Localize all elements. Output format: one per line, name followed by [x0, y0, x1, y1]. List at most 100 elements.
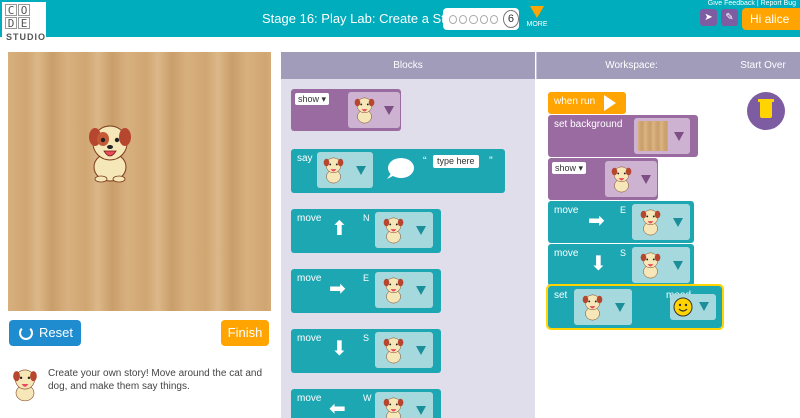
trash-body: [760, 102, 772, 118]
open-quote: “: [423, 155, 427, 167]
dropdown-arrow-icon[interactable]: [673, 261, 683, 270]
instructions-text: Create your own story! Move around the c…: [48, 368, 263, 392]
logo-letter: O: [18, 4, 30, 17]
close-quote: ”: [489, 155, 493, 167]
sprite-selector[interactable]: [574, 289, 632, 325]
dropdown-arrow-icon[interactable]: [641, 175, 651, 184]
sprite-selector[interactable]: [375, 332, 433, 368]
move-label: move: [297, 393, 322, 404]
direction-label: W: [363, 393, 372, 403]
code-studio-logo[interactable]: C O D E STUDIO: [2, 2, 46, 46]
sprite-selector[interactable]: [632, 204, 690, 240]
say-block[interactable]: say “ type here ”: [291, 149, 505, 193]
more-label: MORE: [526, 21, 548, 28]
show-dropdown[interactable]: show ▾: [552, 162, 587, 174]
sprite-selector[interactable]: [632, 247, 690, 283]
dog-thumbnail: [323, 157, 344, 184]
dropdown-arrow-icon[interactable]: [416, 346, 426, 355]
sprite-selector[interactable]: [375, 272, 433, 308]
stage-title: Stage 16: Play Lab: Create a Story: [262, 11, 463, 26]
dropdown-arrow-icon[interactable]: [416, 286, 426, 295]
workspace-area[interactable]: when run set background show ▾ move ➡ E …: [535, 79, 800, 418]
level-dot[interactable]: [479, 14, 488, 24]
say-text-input[interactable]: type here: [433, 155, 479, 168]
move-west-block[interactable]: move ⬅ W: [291, 389, 441, 418]
reset-icon: [19, 326, 33, 340]
move-label: move: [297, 213, 322, 224]
trash-can-icon[interactable]: [747, 92, 785, 130]
level-dot[interactable]: [449, 14, 458, 24]
move-east-block[interactable]: move ➡ E: [548, 201, 694, 243]
current-level[interactable]: 6: [502, 10, 519, 28]
level-dot[interactable]: [469, 14, 478, 24]
background-selector[interactable]: [634, 118, 690, 154]
chevron-down-icon: [530, 6, 544, 18]
show-dropdown[interactable]: show ▾: [295, 93, 330, 105]
blocks-toolbox[interactable]: show ▾ say “ type here ” move ⬆ N move ➡…: [281, 79, 535, 418]
dog-thumbnail: [640, 252, 661, 279]
arrow-left-icon: ⬅: [329, 398, 346, 418]
feedback-links[interactable]: Give Feedback | Report Bug: [708, 0, 796, 7]
move-south-block[interactable]: move ⬇ S: [548, 244, 694, 286]
level-dot[interactable]: [459, 14, 468, 24]
arrow-down-icon: ⬇: [590, 253, 607, 275]
set-background-block[interactable]: set background: [548, 115, 698, 157]
when-run-label: when run: [554, 96, 596, 107]
dropdown-arrow-icon[interactable]: [384, 106, 394, 115]
direction-label: S: [363, 333, 370, 343]
sprite-selector[interactable]: [375, 212, 433, 248]
logo-studio-text: STUDIO: [6, 32, 47, 42]
show-block[interactable]: show ▾: [548, 158, 658, 200]
dog-thumbnail: [383, 277, 404, 304]
mood-selector[interactable]: [670, 294, 716, 320]
move-south-block[interactable]: move ⬇ S: [291, 329, 441, 373]
move-label: move: [297, 273, 322, 284]
dropdown-arrow-icon[interactable]: [699, 302, 709, 311]
direction-label: S: [620, 248, 627, 258]
dog-sprite[interactable]: [87, 119, 133, 183]
reset-button[interactable]: Reset: [9, 320, 81, 346]
set-mood-block[interactable]: set mood: [546, 284, 724, 330]
dog-thumbnail: [383, 217, 404, 244]
dropdown-arrow-icon[interactable]: [416, 226, 426, 235]
move-east-block[interactable]: move ➡ E: [291, 269, 441, 313]
move-label: move: [297, 333, 322, 344]
dog-thumbnail: [354, 97, 375, 124]
show-block[interactable]: show ▾: [291, 89, 401, 131]
user-menu-button[interactable]: Hi alice ▼: [742, 8, 800, 48]
show-label: show: [555, 163, 577, 173]
dog-avatar: [13, 369, 37, 402]
dog-thumbnail: [611, 166, 632, 193]
arrow-down-icon: ⬇: [331, 338, 348, 360]
blocks-header: Blocks: [281, 52, 535, 79]
dropdown-arrow-icon[interactable]: [356, 166, 366, 175]
arrow-right-icon: ➡: [329, 278, 346, 300]
move-label: move: [554, 248, 579, 259]
play-area-canvas[interactable]: [8, 52, 271, 311]
finish-button[interactable]: Finish: [221, 320, 269, 346]
start-over-button[interactable]: Start Over: [726, 52, 800, 79]
rocket-icon[interactable]: ➤: [700, 9, 717, 26]
more-button[interactable]: MORE: [525, 6, 549, 28]
sprite-selector[interactable]: [348, 92, 400, 128]
top-header: Stage 16: Play Lab: Create a Story 6 MOR…: [0, 0, 800, 48]
pencil-icon[interactable]: ✎: [721, 9, 738, 26]
dropdown-arrow-icon[interactable]: [674, 132, 684, 141]
sprite-selector[interactable]: [317, 152, 373, 188]
set-label: set: [554, 290, 568, 301]
sprite-selector[interactable]: [605, 161, 657, 197]
dropdown-arrow-icon[interactable]: [615, 303, 625, 312]
level-dot[interactable]: [489, 14, 498, 24]
dog-thumbnail: [582, 294, 603, 321]
when-run-block[interactable]: when run: [548, 92, 626, 114]
sprite-selector[interactable]: [375, 392, 433, 418]
direction-label: E: [363, 273, 370, 283]
level-progress[interactable]: 6: [443, 8, 519, 30]
dropdown-arrow-icon[interactable]: [416, 406, 426, 415]
logo-letter: [31, 17, 43, 29]
logo-letter: [31, 4, 43, 16]
dropdown-arrow-icon[interactable]: [673, 218, 683, 227]
smiley-icon: [673, 297, 693, 317]
move-north-block[interactable]: move ⬆ N: [291, 209, 441, 253]
logo-letter: D: [5, 17, 17, 30]
